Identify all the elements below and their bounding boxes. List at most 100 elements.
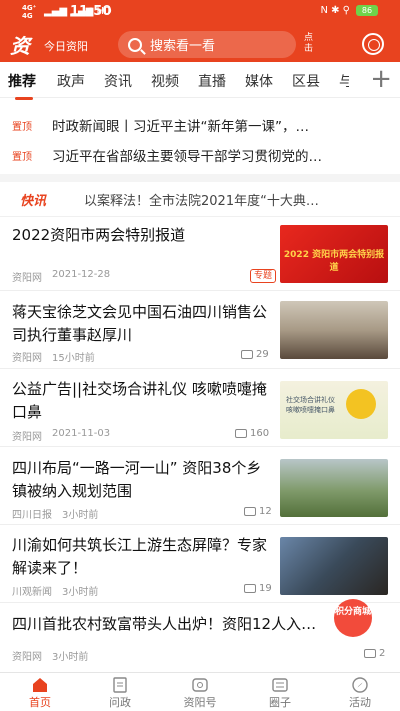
status-time: 11:50 <box>70 4 112 19</box>
comment-icon <box>244 507 256 516</box>
search-bar[interactable]: 搜索看一看 <box>118 31 296 58</box>
flash-text: 以案释法！全市法院2021年度“十大典… <box>84 193 319 209</box>
nav-label: 资阳号 <box>183 696 217 709</box>
news-title: 川渝如何共筑长江上游生态屏障？专家解读来了！ <box>12 536 268 577</box>
community-icon <box>272 678 288 692</box>
news-source: 资阳网 <box>12 652 42 663</box>
pinned-badge: 置顶 <box>12 121 32 133</box>
status-bar: 4G⁺ 4G ▂▄▆ ▂▄▆ HD 11:50 N ✱ ⚲ 86 <box>0 0 400 24</box>
network-indicator: 4G⁺ 4G <box>22 4 37 20</box>
mascot-image <box>346 389 376 419</box>
channel-tabs: 推荐 政声 资讯 视频 直播 媒体 区县 与 + <box>0 62 400 100</box>
comment-icon <box>364 649 376 658</box>
news-title: 蒋天宝徐芝文会见中国石油四川销售公司执行董事赵厚川 <box>12 303 268 344</box>
news-thumbnail <box>280 537 388 595</box>
comment-number: 160 <box>250 428 270 439</box>
news-time: 2021-12-28 <box>52 269 111 280</box>
tab-news[interactable]: 资讯 <box>104 71 132 91</box>
pinned-item[interactable]: 置顶 习近平在省部级主要领导干部学习贯彻党的… <box>0 140 400 170</box>
news-title: 四川布局“一路一河一山” 资阳38个乡镇被纳入规划范围 <box>12 459 262 500</box>
news-item[interactable]: 公益广告||社交场合讲礼仪 咳嗽喷嚏掩口鼻 资阳网 2021-11-03 160… <box>0 369 400 447</box>
comment-count[interactable]: 19 <box>244 583 272 594</box>
comment-count[interactable]: 29 <box>241 349 269 360</box>
compass-icon <box>352 677 368 693</box>
document-icon <box>113 677 127 693</box>
tab-partial[interactable]: 与 <box>339 71 349 91</box>
news-meta: 资阳网 3小时前 <box>12 648 88 663</box>
user-avatar-icon[interactable] <box>362 33 384 55</box>
news-source: 资阳网 <box>12 273 42 284</box>
news-thumbnail: 社交场合讲礼仪 咳嗽喷嚏掩口鼻 <box>280 381 388 439</box>
news-item[interactable]: 四川首批农村致富带头人出炉！资阳12人入… 资阳网 3小时前 2 积分商城 <box>0 599 400 672</box>
news-item[interactable]: 2022资阳市两会特别报道 资阳网 2021-12-28 专题 2022 资阳市… <box>0 217 400 291</box>
nav-label: 活动 <box>349 696 371 709</box>
news-title: 2022资阳市两会特别报道 <box>12 226 186 244</box>
status-misc-icons: N ✱ ⚲ <box>320 5 350 16</box>
news-item[interactable]: 川渝如何共筑长江上游生态屏障？专家解读来了！ 川观新闻 3小时前 19 <box>0 525 400 603</box>
nav-activity[interactable]: 活动 <box>330 675 390 710</box>
tab-video[interactable]: 视频 <box>151 71 179 91</box>
news-thumbnail: 2022 资阳市两会特别报道 <box>280 225 388 283</box>
news-meta: 川观新闻 3小时前 <box>12 583 98 598</box>
news-source: 资阳网 <box>12 353 42 364</box>
tab-live[interactable]: 直播 <box>198 71 226 91</box>
news-item[interactable]: 四川布局“一路一河一山” 资阳38个乡镇被纳入规划范围 四川日报 3小时前 12 <box>0 447 400 525</box>
comment-count[interactable]: 2 <box>364 648 385 659</box>
flash-news-bar[interactable]: 快讯 以案释法！全市法院2021年度“十大典… <box>0 182 400 216</box>
nav-label: 圈子 <box>269 696 291 709</box>
comment-count[interactable]: 12 <box>244 506 272 517</box>
news-time: 2021-11-03 <box>52 428 111 439</box>
nav-circle[interactable]: 圈子 <box>250 675 310 710</box>
tab-zhengsheng[interactable]: 政声 <box>57 71 85 91</box>
tab-district[interactable]: 区县 <box>292 71 320 91</box>
comment-number: 29 <box>256 349 269 360</box>
nav-home[interactable]: 首页 <box>10 675 70 710</box>
comment-icon <box>244 584 256 593</box>
add-channel-icon[interactable]: + <box>370 66 392 92</box>
nav-label: 首页 <box>29 696 51 709</box>
search-icon <box>128 37 142 52</box>
news-meta: 资阳网 2021-11-03 <box>12 428 110 443</box>
refresh-button[interactable]: 点击 <box>304 33 316 55</box>
news-item[interactable]: 蒋天宝徐芝文会见中国石油四川销售公司执行董事赵厚川 资阳网 15小时前 29 <box>0 291 400 369</box>
account-icon <box>192 678 208 692</box>
pinned-item[interactable]: 置顶 时政新闻眼丨习近平主讲“新年第一课”，… <box>0 110 400 140</box>
news-time: 3小时前 <box>52 652 89 663</box>
nav-wenzheng[interactable]: 问政 <box>90 675 150 710</box>
topic-tag: 专题 <box>249 269 276 283</box>
search-placeholder: 搜索看一看 <box>150 39 216 54</box>
news-source: 资阳网 <box>12 432 42 443</box>
bottom-navigation: 首页 问政 资阳号 圈子 活动 <box>0 672 400 711</box>
comment-number: 19 <box>259 583 272 594</box>
nav-label: 问政 <box>109 696 131 709</box>
news-meta: 资阳网 15小时前 <box>12 349 95 364</box>
app-header: 4G⁺ 4G ▂▄▆ ▂▄▆ HD 11:50 N ✱ ⚲ 86 资 今日资阳 … <box>0 0 400 62</box>
comment-count[interactable]: 160 <box>235 428 269 439</box>
pinned-badge: 置顶 <box>12 151 32 163</box>
tab-recommend[interactable]: 推荐 <box>8 71 36 100</box>
battery-icon: 86 <box>356 5 378 16</box>
status-icons: N ✱ ⚲ 86 <box>320 5 378 16</box>
nav-ziyanghao[interactable]: 资阳号 <box>170 675 230 710</box>
pinned-list: 置顶 时政新闻眼丨习近平主讲“新年第一课”，… 置顶 习近平在省部级主要领导干部… <box>0 110 400 170</box>
pinned-title: 习近平在省部级主要领导干部学习贯彻党的… <box>52 149 322 165</box>
flash-label: 快讯 <box>20 193 47 209</box>
city-title[interactable]: 今日资阳 <box>44 38 88 54</box>
section-divider <box>0 174 400 182</box>
news-meta: 四川日报 3小时前 <box>12 506 98 521</box>
pinned-title: 时政新闻眼丨习近平主讲“新年第一课”，… <box>52 119 309 135</box>
app-logo[interactable]: 资 <box>10 30 38 58</box>
thumbnail-caption: 社交场合讲礼仪 咳嗽喷嚏掩口鼻 <box>286 396 335 414</box>
news-time: 15小时前 <box>52 353 95 364</box>
comment-icon <box>241 350 253 359</box>
comment-icon <box>235 429 247 438</box>
thumbnail-caption: 2022 资阳市两会特别报道 <box>283 250 385 273</box>
news-time: 3小时前 <box>62 587 99 598</box>
home-icon <box>33 678 47 692</box>
news-thumbnail <box>280 459 388 517</box>
news-title: 四川首批农村致富带头人出炉！资阳12人入… <box>12 615 317 633</box>
points-mall-button[interactable]: 积分商城 <box>334 599 372 637</box>
tab-media[interactable]: 媒体 <box>245 71 273 91</box>
comment-number: 2 <box>379 648 386 659</box>
news-thumbnail <box>280 301 388 359</box>
